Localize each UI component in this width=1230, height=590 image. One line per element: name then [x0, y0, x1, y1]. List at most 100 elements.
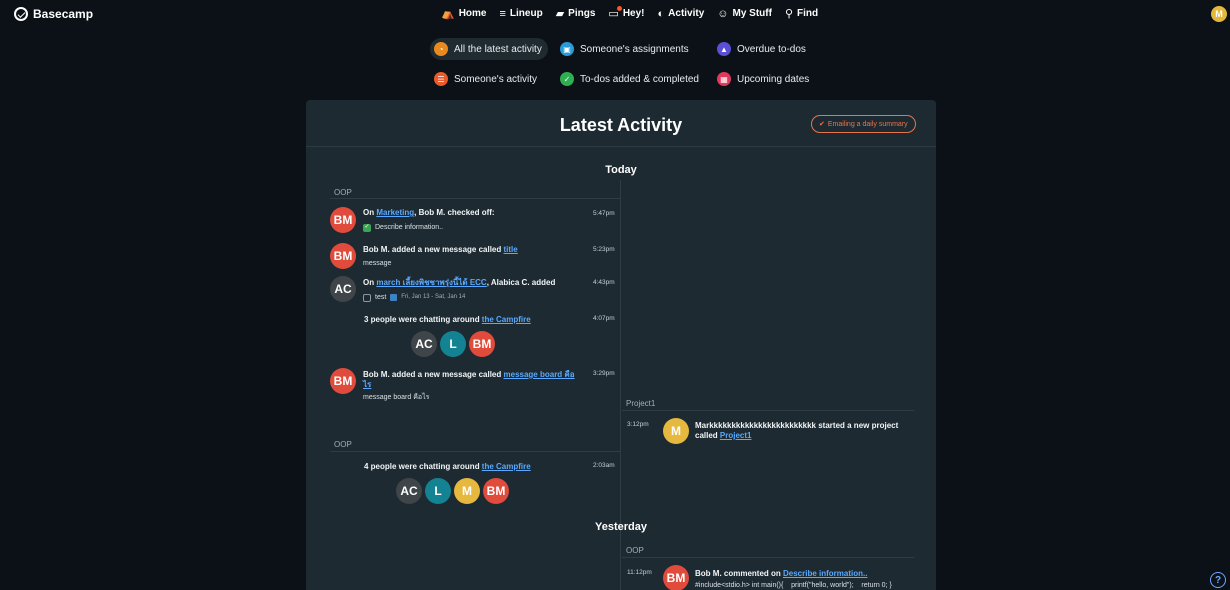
nav-activity-label: Activity [668, 8, 705, 19]
basecamp-logo-icon [14, 7, 28, 21]
entry-prefix: Bob M. added a new message called [363, 370, 504, 379]
avatar[interactable]: M [454, 478, 480, 504]
email-summary-label: Emailing a daily summary [827, 120, 908, 128]
avatar[interactable]: AC [396, 478, 422, 504]
activity-entry-detail: test Fri, Jan 13 - Sat, Jan 14 [363, 293, 465, 302]
nav-my-stuff[interactable]: ☺ My Stuff [717, 8, 772, 19]
event-dates: Fri, Jan 13 - Sat, Jan 14 [401, 294, 466, 300]
bell-icon: ▲ [717, 42, 731, 56]
unchecked-checkbox-icon [363, 293, 371, 302]
project-link[interactable]: Marketing [376, 208, 414, 217]
person-activity-icon: ☰ [434, 72, 448, 86]
latest-activity-panel: Latest Activity ✔ Emailing a daily summa… [306, 100, 936, 590]
activity-entry-detail: message [363, 260, 392, 267]
filter-overdue[interactable]: ▲ Overdue to-dos [713, 38, 812, 60]
activity-entry-detail: ✓ Describe information.. [363, 223, 443, 232]
nav-hey[interactable]: ▭ Hey! [608, 5, 645, 19]
avatar[interactable]: M [663, 418, 689, 444]
main-nav: ⛺ Home ≡ Lineup ▰ Pings ▭ Hey! ◐ Activit… [441, 5, 818, 19]
message-link[interactable]: title [504, 245, 518, 254]
filter-assignments[interactable]: ▣ Someone's assignments [556, 38, 695, 60]
day-label-yesterday: Yesterday [595, 521, 647, 533]
filter-someones-activity[interactable]: ☰ Someone's activity [430, 68, 543, 90]
project-label: Project1 [626, 399, 656, 408]
entry-prefix: Bob M. added a new message called [363, 245, 504, 254]
todo-link[interactable]: Describe information.. [375, 223, 443, 232]
entry-time: 5:47pm [593, 210, 615, 217]
schedule-link[interactable]: march เลี้ยงพิชชาพรุ่งนี้ได้ ECC [376, 278, 486, 287]
nav-lineup[interactable]: ≡ Lineup [500, 8, 543, 19]
entry-time: 4:43pm [593, 279, 615, 286]
campfire-link[interactable]: the Campfire [482, 315, 531, 324]
avatar[interactable]: BM [483, 478, 509, 504]
day-label-today: Today [605, 164, 637, 176]
avatar[interactable]: BM [330, 243, 356, 269]
divider [330, 198, 620, 199]
filter-todos[interactable]: ✓ To-dos added & completed [556, 68, 705, 90]
entry-time: 2:03am [593, 462, 615, 469]
activity-icon: ◐ [657, 7, 665, 20]
filter-overdue-label: Overdue to-dos [737, 43, 806, 55]
filter-someones-activity-label: Someone's activity [454, 73, 538, 85]
project-link[interactable]: Project1 [720, 431, 752, 440]
avatar[interactable]: AC [411, 331, 437, 357]
pings-icon: ▰ [555, 7, 565, 20]
nav-find-label: Find [797, 8, 819, 19]
divider [306, 146, 936, 147]
nav-home-label: Home [458, 8, 487, 19]
filter-all-latest[interactable]: ◔ All the latest activity [430, 38, 548, 60]
search-icon: ⚲ [784, 7, 794, 20]
activity-entry-text: Bob M. commented on Describe information… [695, 569, 925, 579]
home-icon: ⛺ [441, 7, 455, 20]
nav-pings[interactable]: ▰ Pings [556, 8, 596, 19]
activity-entry-text: 3 people were chatting around the Campfi… [364, 315, 584, 325]
checkmark-icon: ✓ [560, 72, 574, 86]
activity-entry-text: 4 people were chatting around the Campfi… [364, 462, 584, 472]
activity-entry-text: Markkkkkkkkkkkkkkkkkkkkkkkk started a ne… [695, 421, 920, 441]
calendar-icon: ▦ [717, 72, 731, 86]
filter-all-latest-label: All the latest activity [454, 43, 542, 55]
avatar[interactable]: L [425, 478, 451, 504]
clock-icon: ◔ [434, 42, 448, 56]
entry-prefix: 4 people were chatting around [364, 462, 482, 471]
todo-link[interactable]: Describe information.. [783, 569, 867, 578]
filter-upcoming-label: Upcoming dates [737, 73, 810, 85]
campfire-link[interactable]: the Campfire [482, 462, 531, 471]
project-label: OOP [626, 546, 644, 555]
nav-find[interactable]: ⚲ Find [785, 8, 818, 19]
brand[interactable]: Basecamp [14, 7, 93, 21]
nav-lineup-label: Lineup [509, 8, 543, 19]
entry-suffix: , Bob M. checked off: [414, 208, 495, 217]
comment-preview: #include<stdio.h> int main(){ printf("he… [695, 582, 892, 589]
filter-upcoming[interactable]: ▦ Upcoming dates [713, 68, 815, 90]
entry-time: 11:12pm [627, 569, 652, 576]
divider [622, 410, 914, 411]
nav-pings-label: Pings [568, 8, 596, 19]
activity-entry-text: On Marketing, Bob M. checked off: [363, 208, 583, 218]
entry-prefix: On [363, 278, 377, 287]
avatar[interactable]: BM [330, 368, 356, 394]
activity-entry-detail: message board คือไร [363, 394, 430, 401]
avatar[interactable]: L [440, 331, 466, 357]
event-title[interactable]: test [375, 293, 386, 302]
nav-my-stuff-label: My Stuff [732, 8, 772, 19]
nav-activity[interactable]: ◐ Activity [658, 8, 705, 19]
user-avatar[interactable]: M [1211, 6, 1227, 22]
chat-participants: AC L M BM [396, 478, 509, 504]
divider [622, 557, 914, 558]
email-summary-button[interactable]: ✔ Emailing a daily summary [811, 115, 916, 133]
entry-time: 4:07pm [593, 315, 615, 322]
entry-time: 3:12pm [627, 421, 649, 428]
entry-suffix: , Alabica C. added [486, 278, 556, 287]
smiley-icon: ☺ [717, 7, 729, 20]
activity-filters: ◔ All the latest activity ▣ Someone's as… [430, 38, 820, 92]
avatar[interactable]: BM [330, 207, 356, 233]
avatar[interactable]: AC [330, 276, 356, 302]
avatar[interactable]: BM [663, 565, 689, 590]
nav-home[interactable]: ⛺ Home [441, 8, 487, 19]
avatar[interactable]: BM [469, 331, 495, 357]
brand-name: Basecamp [33, 7, 94, 21]
hey-inbox-icon: ▭ [608, 5, 622, 19]
entry-prefix: Bob M. commented on [695, 569, 783, 578]
help-button[interactable]: ? [1210, 572, 1226, 588]
